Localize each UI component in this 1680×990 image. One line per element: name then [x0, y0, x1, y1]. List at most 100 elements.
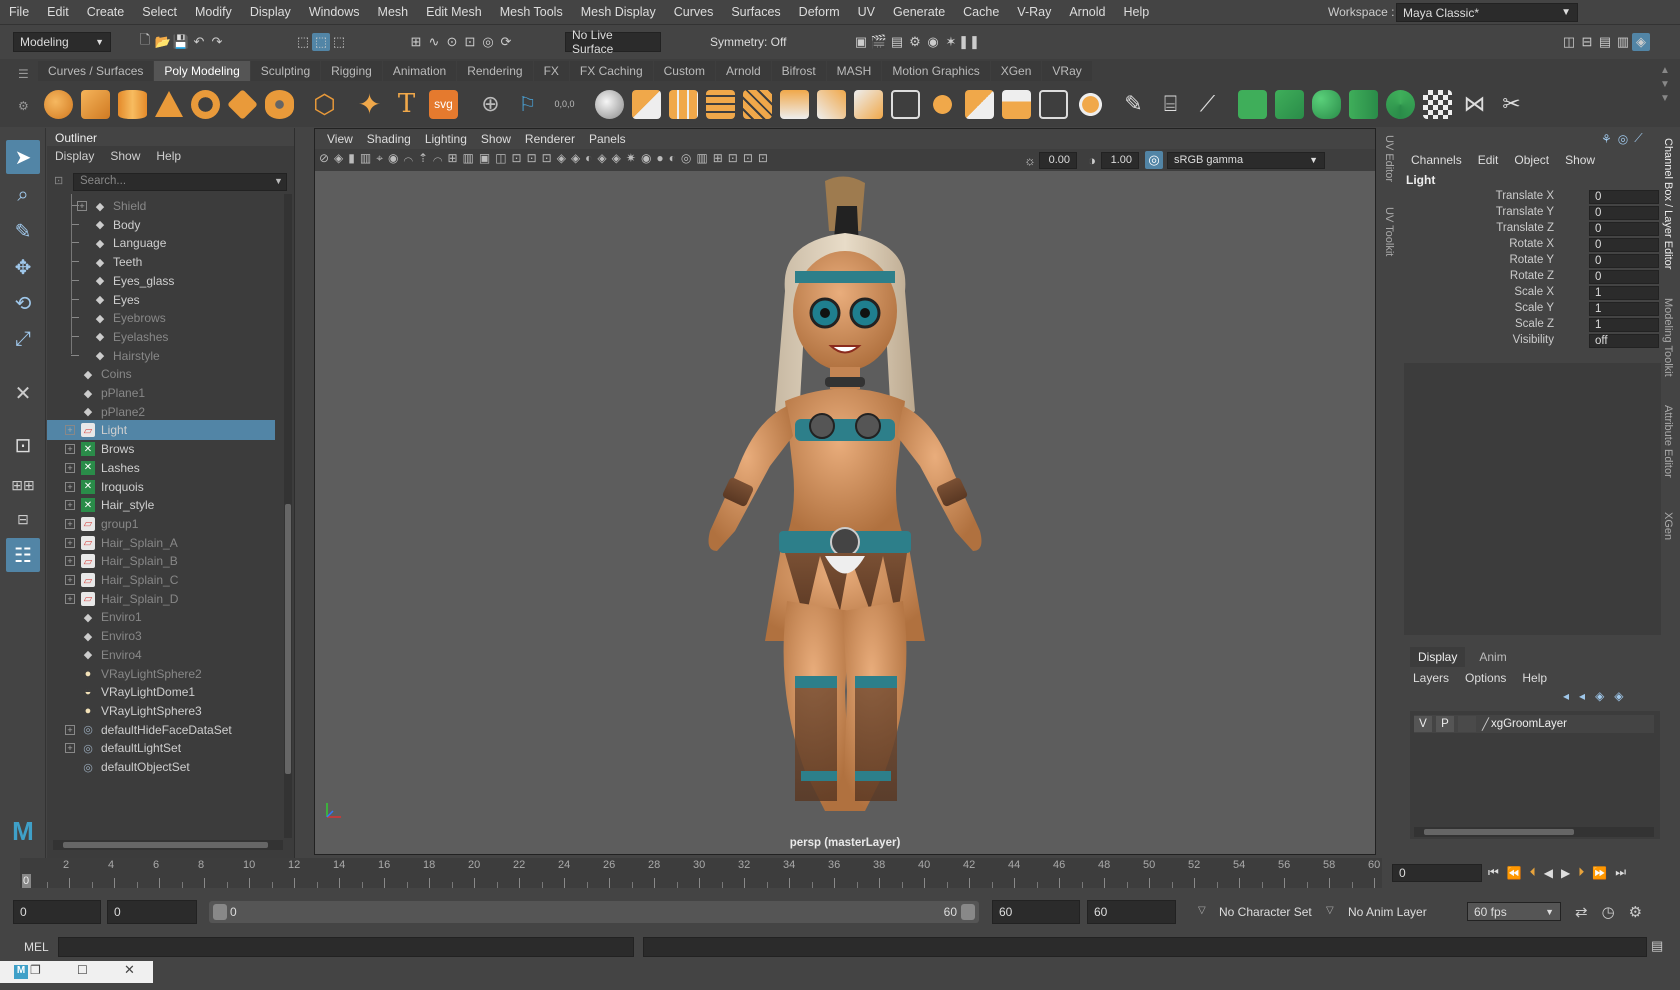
move-layer-up-icon[interactable]: ◂ — [1563, 689, 1569, 703]
attribute-value-field[interactable]: 0 — [1589, 270, 1659, 284]
shelf-tab-vray[interactable]: VRay — [1042, 61, 1092, 81]
fps-dropdown[interactable]: 60 fps ▼ — [1467, 902, 1561, 921]
shelf-tab-custom[interactable]: Custom — [653, 61, 715, 81]
poly-sphere-icon[interactable] — [44, 89, 73, 119]
expand-icon[interactable]: + — [65, 575, 75, 585]
outliner-item[interactable]: ◆ Eyelashes — [47, 327, 275, 347]
attribute-value-field[interactable]: 0 — [1589, 206, 1659, 220]
gamma-icon[interactable]: ◑ — [1083, 151, 1101, 169]
poly-disc-icon[interactable] — [265, 89, 294, 119]
menu-mesh[interactable]: Mesh — [378, 5, 409, 19]
select-hierarchy-icon[interactable]: ⬚ — [294, 33, 312, 51]
outliner-item[interactable]: ● VRayLightSphere2 — [47, 664, 275, 684]
outliner-item[interactable]: ◆ pPlane2 — [47, 402, 275, 422]
outliner-menu-help[interactable]: Help — [156, 149, 181, 163]
outliner-item[interactable]: ◆ Enviro4 — [47, 645, 275, 665]
menu-surfaces[interactable]: Surfaces — [731, 5, 780, 19]
snap-curve-icon[interactable]: ∿ — [425, 33, 443, 51]
attribute-value-field[interactable]: off — [1589, 334, 1659, 348]
viewport-panel[interactable]: View Shading Lighting Show Renderer Panels ⊘◈… — [314, 128, 1376, 855]
character-set-label[interactable]: No Character Set — [1219, 905, 1312, 919]
sweep-mesh-icon[interactable]: ⊕ — [476, 90, 505, 119]
expand-icon[interactable]: + — [65, 444, 75, 455]
type-tool-icon[interactable]: T — [392, 89, 421, 119]
layer-menu-options[interactable]: Options — [1465, 671, 1506, 685]
side-tab-uv-editor[interactable]: UV Editor — [1383, 135, 1395, 182]
render-frame-icon[interactable]: 🎬 — [870, 33, 888, 51]
shelf-tab-poly-modeling[interactable]: Poly Modeling — [154, 61, 250, 81]
maximize-window-icon[interactable]: ☐ — [77, 963, 88, 977]
undo-icon[interactable]: ↶ — [190, 33, 208, 51]
channel-attribute[interactable]: Translate Y 0 — [1396, 206, 1659, 221]
super-shape-icon[interactable]: ✦ — [355, 89, 384, 120]
channel-box-toggle-icon[interactable]: ▥ — [1614, 33, 1632, 51]
two-view-icon[interactable]: ⊟ — [6, 502, 40, 536]
crease-icon[interactable]: ⌸ — [1156, 90, 1185, 119]
menu-curves[interactable]: Curves — [674, 5, 714, 19]
expand-icon[interactable]: + — [65, 743, 75, 754]
anim-layer-label[interactable]: No Anim Layer — [1348, 905, 1427, 919]
menu-cache[interactable]: Cache — [963, 5, 999, 19]
snap-view-icon[interactable]: ⊡ — [461, 33, 479, 51]
menu-modify[interactable]: Modify — [195, 5, 232, 19]
bridge-icon[interactable] — [817, 89, 846, 119]
outliner-vscroll[interactable] — [284, 194, 292, 838]
play-forwards-icon[interactable]: ▶ — [1561, 866, 1570, 880]
viewport-menu-lighting[interactable]: Lighting — [425, 129, 467, 149]
expand-icon[interactable]: + — [65, 518, 75, 529]
select-by-type-icon[interactable]: ⚐ — [513, 90, 542, 119]
separate-icon[interactable] — [632, 89, 661, 119]
save-scene-icon[interactable]: 💾 — [172, 33, 190, 51]
side-tab-channel-box-layer-editor[interactable]: Channel Box / Layer Editor — [1662, 138, 1674, 269]
attribute-value-field[interactable]: 0 — [1589, 190, 1659, 204]
menu-generate[interactable]: Generate — [893, 5, 945, 19]
expand-icon[interactable]: + — [65, 462, 75, 473]
step-back-frame-icon[interactable]: ⏴ — [1530, 865, 1536, 880]
new-layer-icon[interactable]: ◈ — [1595, 689, 1604, 703]
range-start-handle[interactable] — [213, 904, 227, 920]
symmetry-dropdown[interactable]: Symmetry: Off — [693, 32, 803, 52]
shelf-tab-sculpting[interactable]: Sculpting — [250, 61, 321, 81]
menu-display[interactable]: Display — [250, 5, 291, 19]
command-language-label[interactable]: MEL — [24, 940, 49, 954]
channel-box-menu-channels[interactable]: Channels — [1411, 153, 1462, 167]
side-tab-modeling-toolkit[interactable]: Modeling Toolkit — [1662, 298, 1674, 377]
playback-start-field[interactable]: 0 — [107, 900, 197, 924]
exposure-field[interactable]: 0.00 — [1039, 151, 1077, 169]
expand-icon[interactable]: + — [65, 500, 75, 511]
shelf-tab-rigging[interactable]: Rigging — [321, 61, 382, 81]
menu-deform[interactable]: Deform — [799, 5, 840, 19]
uv-symmetry-icon[interactable]: ⋈ — [1460, 90, 1489, 119]
pause-icon[interactable]: ❚❚ — [958, 33, 980, 51]
menu-v-ray[interactable]: V-Ray — [1017, 5, 1051, 19]
outliner-menu-show[interactable]: Show — [110, 149, 140, 163]
select-object-icon[interactable]: ⬚ — [312, 33, 330, 51]
outliner-item[interactable]: + ▱ Hair_Splain_C — [47, 570, 275, 590]
outliner-item[interactable]: ● VRayLightSphere3 — [47, 701, 275, 721]
channel-box-pin-icon[interactable]: ⟋ — [1634, 131, 1642, 146]
channel-attribute[interactable]: Translate Z 0 — [1396, 222, 1659, 237]
layer-tab-display[interactable]: Display — [1410, 647, 1466, 667]
play-backwards-icon[interactable]: ◀ — [1544, 866, 1553, 880]
attribute-value-field[interactable]: 0 — [1589, 254, 1659, 268]
insert-edge-loop-icon[interactable] — [1002, 89, 1031, 119]
bevel-icon[interactable] — [965, 89, 994, 119]
viewport-tool-icons[interactable]: ⊘◈▮▥⌖◉⌒⇡⌒⊞▥▣◫⊡⊡⊡◈◈◐◈◈✷◉●◐◎▥⊞⊡⊡⊡ — [319, 151, 773, 166]
time-slider[interactable]: 2 4 6 8 10 12 14 16 18 20 22 24 26 28 30 32 34 36 38 40 42 44… — [0, 858, 1680, 890]
expand-icon[interactable]: + — [77, 201, 87, 211]
search-options-icon[interactable]: ▼ — [274, 176, 283, 186]
menu-edit[interactable]: Edit — [47, 5, 69, 19]
attribute-value-field[interactable]: 1 — [1589, 302, 1659, 316]
close-window-icon[interactable]: ✕ — [124, 962, 135, 978]
uv-cut-icon[interactable] — [1312, 89, 1341, 119]
shelf-tab-arnold[interactable]: Arnold — [715, 61, 771, 81]
character-model[interactable] — [675, 171, 1015, 831]
command-input[interactable] — [58, 937, 634, 957]
gamma-field[interactable]: 1.00 — [1101, 151, 1139, 169]
sculpt-icon[interactable]: ✎ — [1119, 90, 1148, 119]
tool-settings-toggle-icon[interactable]: ▤ — [1596, 33, 1614, 51]
scene-start-field[interactable]: 0 — [13, 900, 101, 924]
playback-end-field[interactable]: 60 — [992, 900, 1080, 924]
outliner-item[interactable]: + ✕ Iroquois — [47, 477, 275, 497]
shelf-tab-mash[interactable]: MASH — [826, 61, 882, 81]
